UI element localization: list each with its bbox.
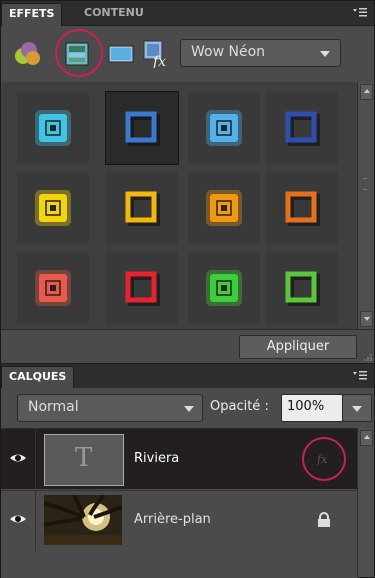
layer-row-arriere-plan[interactable]: Arrière-plan (1, 490, 358, 551)
effect-swatch[interactable] (17, 92, 89, 164)
effect-preview-icon (35, 110, 71, 146)
effects-grid (1, 82, 358, 329)
effects-toolbar: fx Wow Néon (1, 26, 374, 82)
scroll-up-icon (364, 89, 370, 93)
layer-styles-icon[interactable] (13, 38, 43, 68)
layers-scrollbar[interactable] (357, 428, 374, 577)
effect-swatch[interactable] (106, 172, 178, 244)
effect-swatch[interactable] (266, 252, 338, 324)
effect-preview-icon (206, 270, 242, 306)
opacity-input[interactable]: 100% (281, 394, 343, 422)
layer-name: Riviera (134, 451, 180, 466)
chevron-down-icon (320, 51, 330, 57)
effect-swatch[interactable] (266, 172, 338, 244)
layer-row-riviera[interactable]: T Riviera fx (1, 429, 358, 489)
effect-preview-icon (285, 191, 320, 226)
effect-swatch[interactable] (188, 252, 260, 324)
effect-preview-icon (125, 271, 160, 306)
photo-effects-icon[interactable] (106, 40, 136, 70)
panel-menu-icon[interactable] (353, 6, 367, 18)
tab-contenu[interactable]: CONTENU (77, 3, 151, 25)
panel-frame: EFFETS CONTENU fx Wow Néon Appliquer CAL… (0, 0, 375, 578)
layers-list: T Riviera fx Arrière-plan (1, 428, 358, 578)
layer-name: Arrière-plan (134, 512, 211, 527)
lock-icon (318, 512, 330, 527)
effect-swatch[interactable] (266, 92, 338, 164)
effect-preview-icon (285, 271, 320, 306)
tab-effets[interactable]: EFFETS (1, 3, 63, 26)
resize-grip-icon[interactable] (364, 353, 372, 361)
effect-preview-icon (35, 270, 71, 306)
effect-preview-icon (125, 111, 160, 146)
layer-thumbnail-image (44, 495, 122, 545)
blend-mode-dropdown[interactable]: Normal (17, 394, 203, 422)
svg-text:fx: fx (152, 54, 166, 68)
effect-preview-icon (125, 191, 160, 226)
effect-preview-icon (285, 111, 320, 146)
fx-icon[interactable]: fx (141, 38, 171, 70)
opacity-label: Opacité : (210, 399, 269, 414)
eye-icon (10, 515, 26, 523)
opacity-value: 100% (287, 399, 325, 414)
chevron-down-icon (184, 406, 194, 412)
effect-swatch[interactable] (106, 252, 178, 324)
blend-mode-value: Normal (28, 399, 79, 415)
effect-swatch[interactable] (17, 172, 89, 244)
scroll-up-button[interactable] (360, 84, 373, 100)
fx-badge-highlight-circle (302, 437, 346, 481)
opacity-dropdown-button[interactable] (342, 394, 372, 422)
visibility-toggle[interactable] (1, 429, 36, 489)
text-layer-glyph: T (75, 443, 93, 473)
apply-row: Appliquer (1, 329, 374, 363)
chevron-down-icon (352, 406, 362, 412)
visibility-toggle[interactable] (1, 491, 36, 551)
tab-calques[interactable]: CALQUES (1, 366, 75, 389)
effect-swatch[interactable] (17, 252, 89, 324)
category-dropdown-value: Wow Néon (191, 44, 266, 60)
scroll-up-icon (364, 435, 370, 439)
effect-preview-icon (35, 190, 71, 226)
scroll-down-icon (364, 317, 370, 321)
scroll-up-button[interactable] (360, 430, 373, 446)
eye-icon (10, 454, 26, 462)
effect-swatch[interactable] (188, 172, 260, 244)
scroll-grip-icon (363, 178, 367, 190)
effect-preview-icon (206, 190, 242, 226)
layers-tab-bar: CALQUES (1, 363, 374, 389)
scroll-down-button[interactable] (360, 311, 373, 327)
effect-swatch[interactable] (188, 92, 260, 164)
effect-preview-icon (206, 110, 242, 146)
category-dropdown[interactable]: Wow Néon (180, 39, 341, 67)
layers-options: Normal Opacité : 100% (1, 388, 374, 428)
effect-swatch[interactable] (105, 91, 179, 165)
layers-menu-icon[interactable] (353, 369, 367, 381)
effects-scrollbar[interactable] (357, 82, 374, 329)
effects-tab-bar: EFFETS CONTENU (1, 1, 374, 26)
apply-button[interactable]: Appliquer (239, 335, 357, 359)
filters-highlight-circle (55, 29, 103, 77)
layer-thumbnail-text: T (44, 434, 124, 486)
